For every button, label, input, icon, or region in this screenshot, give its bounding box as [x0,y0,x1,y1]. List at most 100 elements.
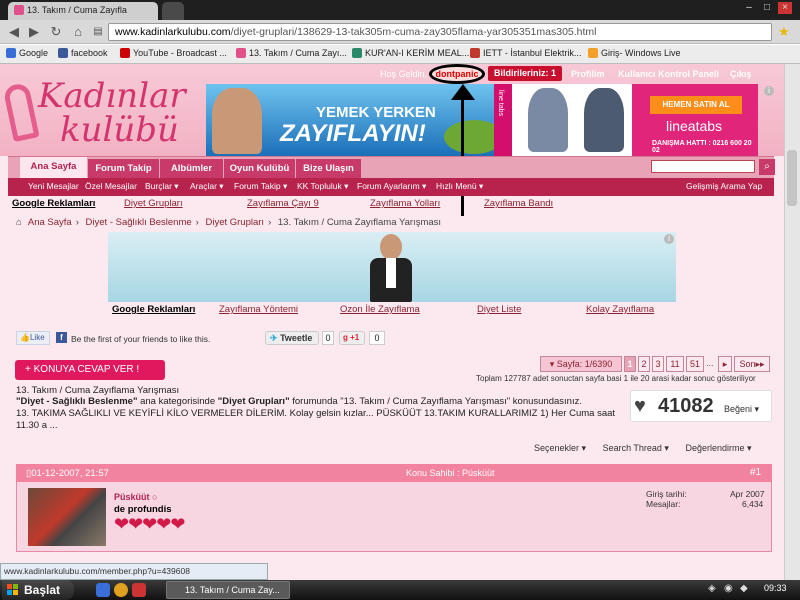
taskbar-chrome-window[interactable]: 13. Takım / Cuma Zay... [166,581,290,599]
search-input[interactable] [651,160,755,173]
ad-link-diyet-liste[interactable]: Diyet Liste [477,304,521,315]
tweet-count: 0 [322,331,334,345]
volume-icon[interactable]: ◉ [724,583,733,594]
like-label: Like [29,333,45,342]
ad-link-diyet-gruplari[interactable]: Diyet Grupları [124,198,183,209]
back-icon[interactable]: ◀ [6,24,22,40]
options-menu[interactable]: Seçenekler ▾ [534,443,586,453]
ad-info-icon[interactable]: i [664,234,674,244]
subnav-forum-ayarlarim[interactable]: Forum Ayarlarım ▾ [357,181,426,192]
ad-info-icon[interactable]: i [764,86,774,96]
security-icon[interactable]: ◆ [740,583,748,594]
likes-dropdown[interactable]: Beğeni ▾ [724,404,759,415]
forward-icon[interactable]: ▶ [26,24,42,40]
bookmark-kadinlar[interactable]: 13. Takım / Cuma Zayı... [236,48,347,58]
close-icon[interactable]: × [778,2,792,14]
username-link[interactable]: dontpanic [429,64,485,84]
bus-icon [470,48,480,58]
bookmark-iett[interactable]: IETT - İstanbul Elektrik... [470,48,581,58]
tweet-button[interactable]: ✈ Tweetle [265,331,319,345]
tab-ana-sayfa[interactable]: Ana Sayfa [20,157,88,178]
page-1[interactable]: 1 [624,356,636,372]
subnav-araclar[interactable]: Araçlar ▾ [190,181,224,192]
url-domain: www.kadinlarkulubu.com [115,26,231,38]
notifications-button[interactable]: Bildirileriniz: 1 [488,66,562,81]
profile-link[interactable]: Profilim [571,69,605,79]
advertisement-image[interactable] [108,232,676,302]
network-icon[interactable]: ◈ [708,583,716,594]
category-link[interactable]: "Diyet - Sağlıklı Beslenme" [16,396,137,407]
home-icon[interactable]: ⌂ [70,24,86,40]
minimize-icon[interactable]: – [742,2,756,14]
ie-icon[interactable] [96,583,110,597]
ad-link-zayiflama-yollari[interactable]: Zayıflama Yolları [370,198,440,209]
new-tab-button[interactable] [162,2,184,20]
search-icon[interactable]: ⌕ [759,159,775,175]
google-plus-button[interactable]: g +1 [339,331,365,345]
tab-albumler[interactable]: Albümler [160,159,224,178]
page-11[interactable]: 11 [666,356,684,372]
google-icon [6,48,16,58]
subnav-hizli-menu[interactable]: Hızlı Menü ▾ [436,181,483,192]
advanced-search-link[interactable]: Gelişmiş Arama Yap [686,181,762,191]
breadcrumb-home[interactable]: Ana Sayfa [28,217,72,228]
avatar[interactable] [28,488,106,546]
control-panel-link[interactable]: Kullanıcı Kontrol Paneli [618,69,719,79]
address-bar[interactable]: www.kadinlarkulubu.com/diyet-gruplari/13… [108,23,772,41]
search-thread-menu[interactable]: Search Thread ▾ [603,443,669,453]
page-51[interactable]: 51 [686,356,704,372]
ad-link-kolay-zayiflama[interactable]: Kolay Zayıflama [586,304,654,315]
home-icon[interactable]: ⌂ [16,217,22,228]
last-page-button[interactable]: Son▸▸ [734,356,770,372]
google-ads-label[interactable]: Google Reklamları [12,198,95,209]
tab-oyun-kulubu[interactable]: Oyun Kulübü [224,159,296,178]
facebook-like-button[interactable]: 👍Like [16,331,50,345]
scrollbar-thumb[interactable] [787,150,797,206]
reply-button[interactable]: + KONUYA CEVAP VER ! [15,360,165,380]
facebook-like-text: Be the first of your friends to like thi… [71,334,211,344]
subnav-forum-takip[interactable]: Forum Takip ▾ [234,181,287,192]
next-page-icon[interactable]: ▸ [718,356,732,372]
google-ads-label[interactable]: Google Reklamları [112,304,195,315]
gplus-label: +1 [350,333,360,342]
ad-link-zayiflama-bandi[interactable]: Zayıflama Bandı [484,198,553,209]
bookmark-windows-live[interactable]: Giriş- Windows Live [588,48,681,58]
banner-buy-button[interactable]: HEMEN SATIN AL [650,96,742,114]
maximize-icon[interactable]: □ [760,2,774,14]
thread-excerpt: 13. TAKIMA SAĞLIKLI VE KEYİFLİ KİLO VERM… [16,408,616,419]
rating-menu[interactable]: Değerlendirme ▾ [685,443,751,453]
tab-bize-ulasin[interactable]: Bize Ulaşın [296,159,362,178]
breadcrumb-diyet[interactable]: Diyet - Sağlıklı Beslenme [86,217,192,228]
tab-forum-takip[interactable]: Forum Takip [88,159,160,178]
breadcrumb-diyet-gruplari[interactable]: Diyet Grupları [205,217,264,228]
bookmark-facebook[interactable]: facebook [58,48,108,58]
bookmark-kuran[interactable]: KUR'AN-I KERİM MEAL... [352,48,469,58]
ad-link-zayiflama-cayi[interactable]: Zayıflama Çayı 9 [247,198,319,209]
logo-line-2: kulübü [60,110,179,150]
advertisement-banner[interactable]: YEMEK YERKEN ZAYIFLAYIN! line tabs HEMEN… [206,84,758,156]
ad-link-zayiflama-yontemi[interactable]: Zayıflama Yöntemi [219,304,298,315]
subnav-burclar[interactable]: Burçlar ▾ [145,181,179,192]
vertical-scrollbar[interactable] [784,64,800,580]
reload-icon[interactable]: ↻ [48,24,64,40]
forum-link[interactable]: "Diyet Grupları" [218,396,290,407]
subnav-new-messages[interactable]: Yeni Mesajlar [28,181,79,191]
page-2[interactable]: 2 [638,356,650,372]
post-number[interactable]: #1 [750,467,761,478]
page-3[interactable]: 3 [652,356,664,372]
url-path: /diyet-gruplari/138629-13-tak305m-cuma-z… [230,26,597,38]
bookmark-star-icon[interactable]: ★ [776,24,792,40]
logout-link[interactable]: Çıkış [730,69,752,79]
site-logo[interactable]: Kadınlar kulübü [2,72,198,150]
banner-hotline: DANIŞMA HATTI : 0216 600 20 02 [652,140,752,154]
subnav-private-messages[interactable]: Özel Mesajlar [85,181,137,191]
bookmark-youtube[interactable]: YouTube - Broadcast ... [120,48,227,58]
media-icon[interactable] [132,583,146,597]
pager-label[interactable]: ▾ Sayfa: 1/6390 [540,356,622,372]
post-username[interactable]: Püsküüt ○ [114,492,157,502]
bookmark-google[interactable]: Google [6,48,48,58]
browser-tab-active[interactable]: 13. Takım / Cuma Zayıfla [8,2,158,20]
chrome-icon[interactable] [114,583,128,597]
subnav-kk-topluluk[interactable]: KK Topluluk ▾ [297,181,348,192]
ad-link-ozon[interactable]: Ozon İle Zayıflama [340,304,420,315]
